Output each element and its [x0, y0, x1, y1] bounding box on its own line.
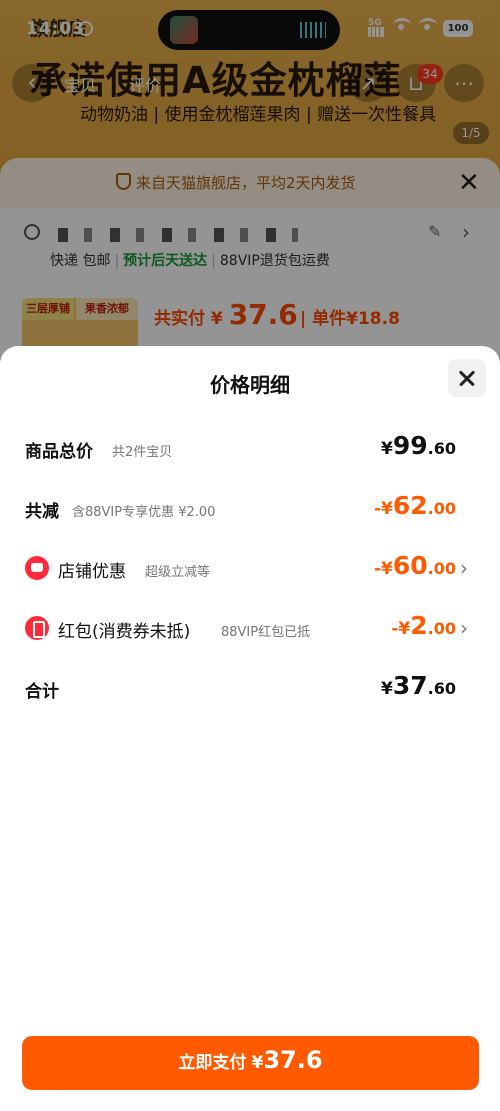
pay-amount: ¥37.6 [251, 1046, 323, 1074]
chevron-right-icon[interactable]: › [462, 220, 470, 244]
chevron-right-icon: › [460, 616, 468, 640]
amount-dec: .00 [427, 619, 456, 638]
edit-icon[interactable]: ✎ [428, 222, 441, 241]
row-amount: ¥99.60 [381, 431, 456, 460]
pay-value: 37.6 [263, 1046, 323, 1074]
wifi-icon-2 [419, 18, 437, 32]
signal-icon [368, 27, 384, 37]
row-sub: 88VIP红包已抵 [221, 625, 311, 640]
location-icon [24, 224, 40, 240]
product-nav-tabs: 宝贝 评价 [64, 72, 189, 96]
amount-symbol: ¥ [381, 499, 393, 519]
paid-amount: 37.6 [228, 298, 298, 331]
row-sub: 超级立减等 [145, 565, 211, 580]
cart-badge: 34 [417, 64, 443, 84]
row-total-discount: 共减 含88VIP专享优惠 ¥2.00 -¥62.00 [0, 488, 500, 528]
amount-dec: .00 [427, 559, 456, 578]
unit-price-text: 单件¥18.8 [312, 309, 400, 329]
row-label: 商品总价 [25, 442, 93, 462]
shipping-notice-text: 来自天猫旗舰店，平均2天内发货 [136, 174, 356, 192]
shipping-method: 快递 包邮 [50, 253, 111, 269]
amount-int: 99 [392, 431, 428, 460]
amount-symbol: ¥ [398, 619, 411, 639]
row-label: 共减 [25, 502, 59, 522]
red-packet-icon [25, 616, 49, 640]
pay-label: 立即支付 [178, 1053, 247, 1073]
row-label: 合计 [25, 682, 59, 702]
status-bar: 14:03 5G 100 [0, 0, 500, 58]
audio-wave-icon [300, 22, 326, 38]
price-detail-sheet: 价格明细 商品总价 共2件宝贝 ¥99.60 共减 含88VIP专享优惠 ¥2.… [0, 346, 500, 1111]
share-icon[interactable]: ↗ [348, 64, 388, 102]
row-amount: -¥2.00 [391, 611, 456, 640]
amount-int: 2 [410, 611, 428, 640]
row-grand-total: 合计 ¥37.60 [0, 668, 500, 708]
amount-int: 62 [392, 491, 428, 520]
chevron-right-icon: › [460, 556, 468, 580]
notification-icon [78, 21, 93, 36]
amount-symbol: ¥ [381, 679, 393, 699]
amount-dec: .60 [427, 679, 456, 698]
amount-symbol: ¥ [381, 439, 393, 459]
unit-price: | 单件¥18.8 [300, 309, 400, 329]
amount-int: 60 [392, 551, 428, 580]
amount-sign: - [373, 499, 382, 519]
battery-icon: 100 [443, 20, 473, 37]
shipping-info: 快递 包邮 | 预计后天送达 | 88VIP退货包运费 [50, 253, 330, 269]
address-redacted[interactable] [58, 228, 298, 242]
close-icon[interactable]: ✕ [458, 168, 480, 198]
amount-int: 37 [392, 671, 428, 700]
image-pager: 1/5 [453, 122, 489, 144]
row-amount: ¥37.60 [381, 671, 456, 700]
row-store-discount[interactable]: 店铺优惠 超级立减等 -¥60.00 › [0, 548, 500, 588]
amount-dec: .00 [427, 499, 456, 518]
row-sub: 共2件宝贝 [112, 445, 173, 460]
paid-symbol: ¥ [210, 309, 223, 329]
store-icon [25, 556, 49, 580]
dynamic-island[interactable] [158, 10, 340, 50]
row-goods-total: 商品总价 共2件宝贝 ¥99.60 [0, 428, 500, 468]
paid-label: 共实付 [154, 309, 205, 329]
row-amount: -¥62.00 [374, 491, 456, 520]
amount-dec: .60 [427, 439, 456, 458]
tab-reviews[interactable]: 评价 [129, 76, 161, 95]
paid-total: 共实付 ¥ 37.6 [154, 298, 298, 331]
product-tag-1: 三层厚铺 [22, 298, 74, 320]
amount-symbol: ¥ [381, 559, 393, 579]
tab-item[interactable]: 宝贝 [64, 76, 96, 95]
wifi-icon [393, 18, 411, 32]
pay-symbol: ¥ [251, 1053, 264, 1073]
more-icon[interactable]: ⋯ [444, 64, 484, 102]
row-label: 店铺优惠 [58, 562, 126, 582]
product-tagline: 动物奶油 | 使用金枕榴莲果肉 | 赠送一次性餐具 [80, 105, 437, 125]
sheet-title: 价格明细 [210, 373, 290, 397]
row-sub: 含88VIP专享优惠 ¥2.00 [72, 505, 216, 520]
row-amount: -¥60.00 [374, 551, 456, 580]
return-policy: 88VIP退货包运费 [219, 253, 330, 269]
app-avatar-icon [170, 16, 198, 44]
pay-now-button[interactable]: 立即支付 ¥37.6 [22, 1036, 479, 1090]
close-button[interactable] [448, 359, 486, 397]
product-tag-2: 果香浓郁 [76, 298, 138, 320]
shipping-eta: 预计后天送达 [123, 253, 208, 269]
row-label: 红包(消费券未抵) [58, 622, 191, 642]
row-red-packet[interactable]: 红包(消费券未抵) 88VIP红包已抵 -¥2.00 › [0, 608, 500, 648]
shipping-notice-bar: 来自天猫旗舰店，平均2天内发货 ✕ [0, 158, 500, 208]
back-icon[interactable]: ‹ [12, 64, 52, 102]
amount-sign: - [373, 559, 382, 579]
shield-icon [116, 173, 131, 190]
status-time: 14:03 [26, 19, 86, 39]
